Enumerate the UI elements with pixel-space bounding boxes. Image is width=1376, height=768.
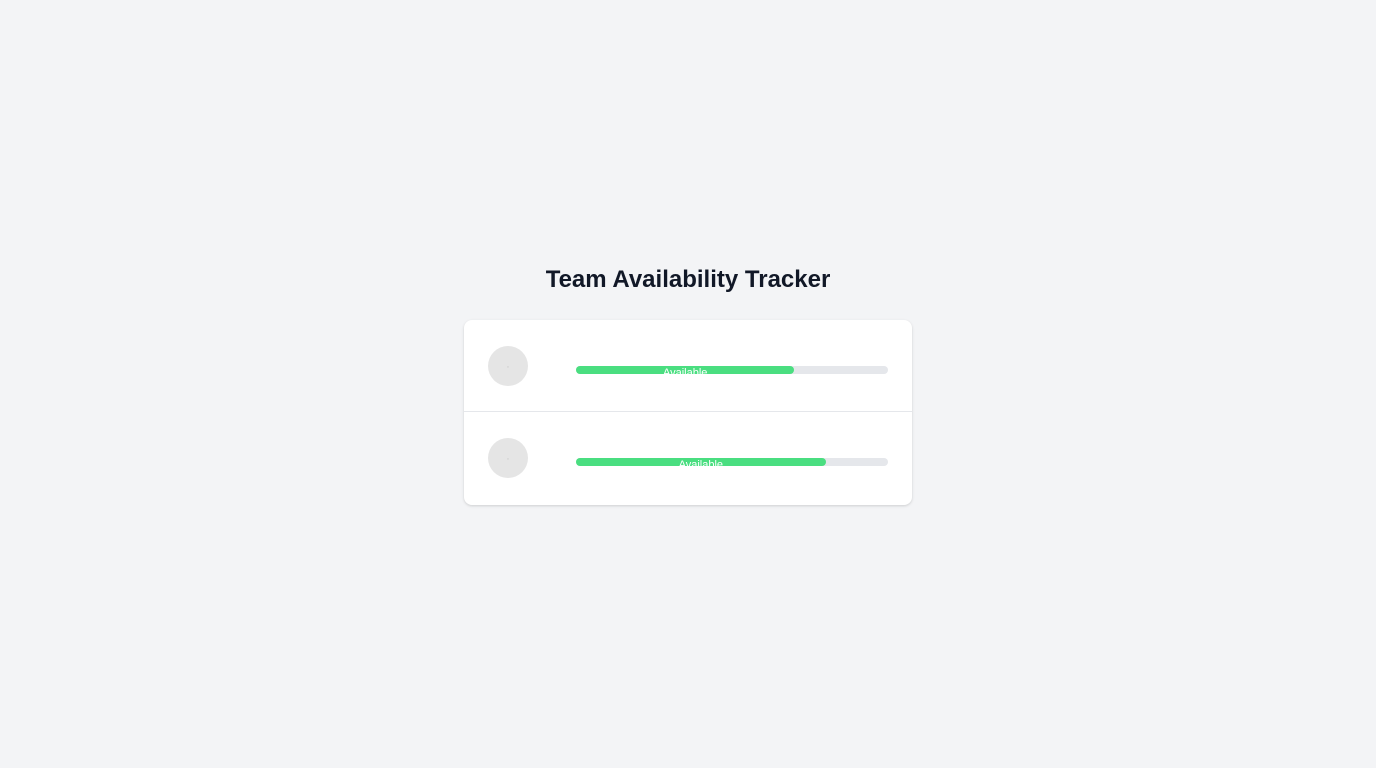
member-row: ● Available [464,412,912,505]
availability-bar: Available [576,458,888,466]
status-label: Available [678,459,724,466]
avatar: ● [488,346,528,386]
availability-bar: Available [576,366,888,374]
availability-fill: Available [576,458,826,466]
status-label: Available [662,367,708,374]
team-card: ● Available ● Available [464,320,912,505]
avatar: ● [488,438,528,478]
tracker-container: Team Availability Tracker ● Available ● … [464,262,912,505]
user-icon: ● [506,455,510,461]
member-row: ● Available [464,320,912,412]
user-icon: ● [506,363,510,369]
page-title: Team Availability Tracker [545,266,831,293]
availability-fill: Available [576,366,795,374]
